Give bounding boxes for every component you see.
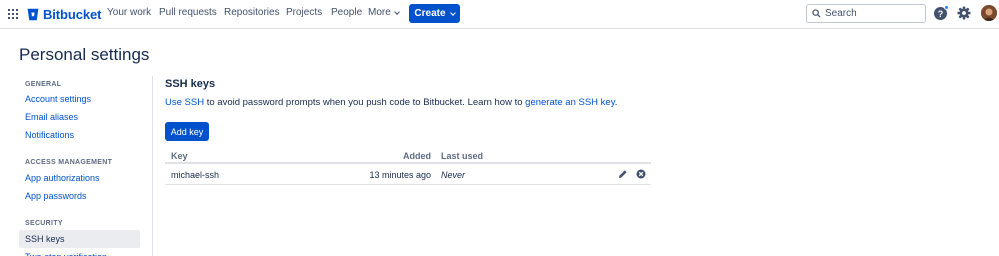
gear-icon[interactable] (957, 6, 971, 20)
description-end: . (614, 97, 618, 108)
app-switcher-icon[interactable] (8, 9, 18, 19)
sidebar-item-app-passwords[interactable]: App passwords (19, 187, 140, 205)
search-input[interactable] (825, 8, 920, 19)
generate-ssh-key-link[interactable]: generate an SSH key (525, 97, 615, 108)
description-text: to avoid password prompts when you push … (204, 97, 526, 108)
sidebar-divider (152, 76, 153, 256)
table-row: michael-ssh 13 minutes ago Never (165, 164, 651, 185)
create-button-label: Create (414, 8, 446, 19)
nav-people[interactable]: People (331, 7, 362, 18)
sidebar-heading-access-management: ACCESS MANAGEMENT (25, 159, 113, 166)
delete-icon[interactable] (636, 169, 646, 179)
nav-repositories[interactable]: Repositories (224, 7, 280, 18)
search-icon (812, 9, 821, 18)
ssh-key-added: 13 minutes ago (369, 170, 431, 180)
use-ssh-link[interactable]: Use SSH (165, 97, 204, 108)
add-key-button[interactable]: Add key (165, 122, 209, 141)
nav-pull-requests[interactable]: Pull requests (159, 7, 217, 18)
avatar-image (981, 5, 997, 21)
column-header-last-used: Last used (441, 151, 484, 161)
sidebar-item-account-settings[interactable]: Account settings (19, 90, 140, 108)
ssh-key-last-used: Never (441, 170, 466, 180)
create-button[interactable]: Create (409, 4, 460, 23)
nav-more-label: More (368, 7, 391, 18)
sidebar-item-two-step-verification[interactable]: Two-step verification (19, 248, 140, 256)
ssh-key-name: michael-ssh (171, 170, 220, 180)
nav-your-work[interactable]: Your work (107, 7, 151, 18)
ssh-keys-table: Key Added Last used michael-ssh 13 minut… (165, 148, 651, 185)
help-icon-glyph: ? (937, 8, 944, 19)
edit-pencil-icon[interactable] (618, 169, 628, 179)
section-description: Use SSH to avoid password prompts when y… (165, 97, 617, 108)
nav-projects[interactable]: Projects (286, 7, 322, 18)
sidebar-heading-security: SECURITY (25, 220, 63, 227)
sidebar-item-app-authorizations[interactable]: App authorizations (19, 169, 140, 187)
column-header-key: Key (171, 151, 188, 161)
page-title: Personal settings (19, 45, 150, 64)
chevron-down-icon (449, 9, 456, 16)
search-box[interactable] (806, 4, 926, 23)
bitbucket-bucket-icon (27, 8, 39, 20)
sidebar-item-ssh-keys[interactable]: SSH keys (19, 230, 140, 248)
column-header-added: Added (403, 151, 431, 161)
chevron-down-icon (393, 8, 400, 15)
table-header: Key Added Last used (165, 148, 651, 164)
sidebar-item-notifications[interactable]: Notifications (19, 126, 140, 144)
top-navigation: Bitbucket Your work Pull requests Reposi… (0, 0, 999, 29)
bitbucket-logo[interactable]: Bitbucket (27, 6, 101, 22)
sidebar-item-email-aliases[interactable]: Email aliases (19, 108, 140, 126)
sidebar-heading-general: GENERAL (25, 81, 62, 88)
avatar[interactable] (981, 5, 997, 21)
section-title: SSH keys (165, 78, 216, 90)
notification-dot (944, 5, 949, 10)
nav-more-dropdown[interactable]: More (368, 7, 400, 18)
brand-name: Bitbucket (43, 6, 102, 22)
